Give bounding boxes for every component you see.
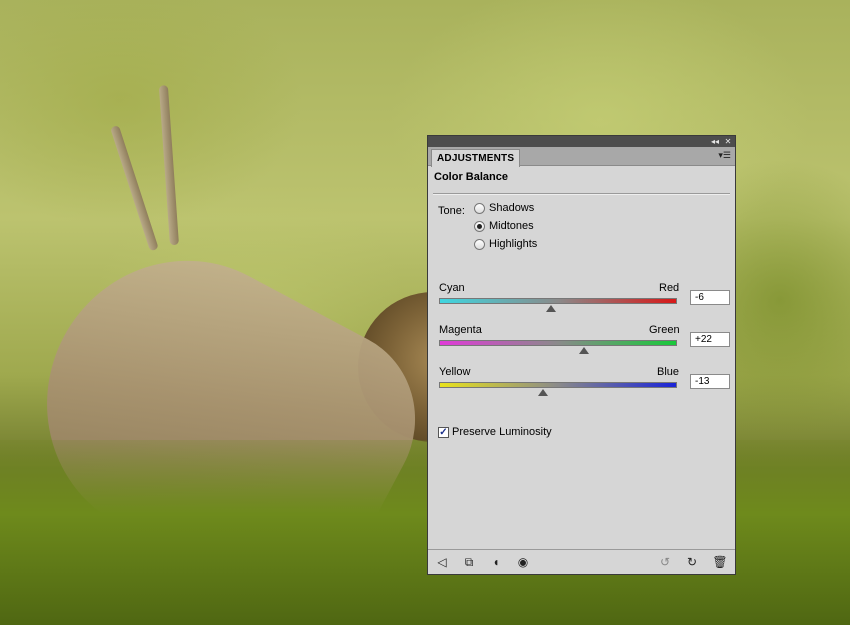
adjustments-panel: ◂◂ ✕ ADJUSTMENTS ▾☰ Color Balance Tone: … (427, 135, 736, 575)
magenta-green-slider-thumb[interactable] (579, 347, 590, 354)
radio-midtones[interactable]: Midtones (474, 220, 534, 232)
slider-left-label: Magenta (439, 324, 482, 336)
slider-left-label: Yellow (439, 366, 471, 378)
cyan-red-slider-thumb[interactable] (545, 305, 556, 312)
radio-highlights[interactable]: Highlights (474, 238, 537, 250)
magenta-green-value-input[interactable]: +22 (690, 332, 730, 347)
collapse-icon[interactable]: ◂◂ (709, 136, 721, 147)
tone-label: Tone: (438, 205, 465, 217)
radio-button[interactable] (474, 220, 485, 232)
panel-tabbar: ADJUSTMENTS ▾☰ (428, 147, 735, 167)
preserve-luminosity-label: Preserve Luminosity (452, 426, 552, 438)
adjustment-title: Color Balance (434, 171, 508, 183)
radio-label: Shadows (489, 202, 535, 214)
slider-left-label: Cyan (439, 282, 465, 294)
panel-menu-icon[interactable]: ▾☰ (718, 150, 731, 161)
preserve-luminosity-option[interactable]: ✓ Preserve Luminosity (438, 426, 552, 438)
radio-label: Highlights (489, 238, 538, 250)
radio-button[interactable] (474, 238, 485, 250)
radio-shadows[interactable]: Shadows (474, 202, 534, 214)
magenta-green-slider-track[interactable] (439, 340, 677, 346)
panel-footer: ◁ ⧉ ◖ ◉ ↺ ↻ 🗑 (428, 549, 735, 574)
clip-to-layer-icon[interactable]: ⧉ (461, 555, 477, 569)
slider-right-label: Red (659, 282, 680, 294)
preserve-luminosity-checkbox[interactable]: ✓ (438, 426, 449, 438)
cyan-red-value-input[interactable]: -6 (690, 290, 730, 305)
previous-state-icon[interactable]: ↺ (657, 555, 673, 569)
yellow-blue-slider-thumb[interactable] (537, 389, 548, 396)
radio-label: Midtones (489, 220, 534, 232)
back-arrow-icon[interactable]: ◁ (434, 555, 450, 569)
yellow-blue-slider-track[interactable] (439, 382, 677, 388)
divider (433, 193, 730, 195)
yellow-blue-value-input[interactable]: -13 (690, 374, 730, 389)
panel-titlebar: ◂◂ ✕ (428, 136, 735, 147)
tab-adjustments[interactable]: ADJUSTMENTS (431, 149, 521, 167)
radio-button[interactable] (474, 202, 485, 214)
trash-icon[interactable]: 🗑 (712, 555, 728, 569)
eye-icon[interactable]: ◉ (515, 555, 531, 569)
slider-right-label: Blue (657, 366, 680, 378)
cyan-red-slider-track[interactable] (439, 298, 677, 304)
close-icon[interactable]: ✕ (722, 136, 734, 147)
slider-right-label: Green (649, 324, 680, 336)
layer-visibility-mask-icon[interactable]: ◖ (488, 555, 504, 569)
reset-icon[interactable]: ↻ (684, 555, 700, 569)
